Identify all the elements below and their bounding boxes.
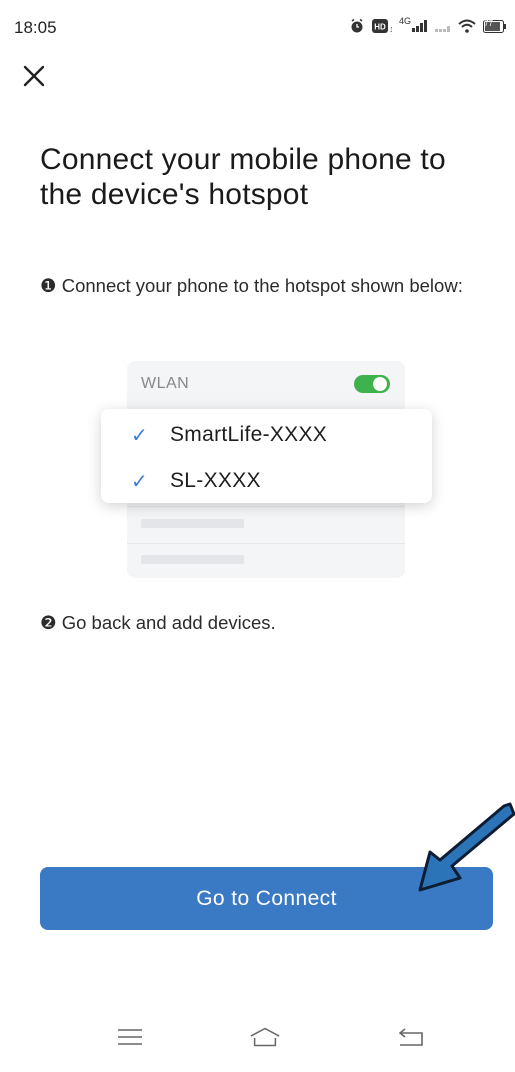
wlan-label: WLAN xyxy=(141,375,190,392)
svg-text:HD: HD xyxy=(374,23,386,32)
step-1-text: Connect your phone to the hotspot shown … xyxy=(61,275,463,296)
placeholder-line xyxy=(141,555,244,564)
network-list-popup: ✓ SmartLife-XXXX ✓ SL-XXXX xyxy=(101,409,432,503)
placeholder-line xyxy=(141,519,244,528)
nav-back-button[interactable] xyxy=(394,1022,428,1052)
status-icons: HD 1 4G 77 xyxy=(349,16,507,34)
illustration-divider xyxy=(127,543,405,544)
back-icon xyxy=(398,1028,423,1046)
wlan-toggle-icon xyxy=(354,375,390,393)
home-icon xyxy=(250,1027,280,1047)
status-time: 18:05 xyxy=(14,18,57,37)
cellular-signal-2-icon xyxy=(435,20,451,32)
network-name: SL-XXXX xyxy=(170,469,261,492)
menu-icon xyxy=(118,1029,142,1045)
nav-home-button[interactable] xyxy=(248,1022,282,1052)
cellular-signal-icon: 4G xyxy=(399,16,428,32)
step-2-number: ❷ xyxy=(40,612,57,633)
alarm-icon xyxy=(349,18,365,34)
annotation-arrow-icon xyxy=(418,802,515,892)
nav-menu-button[interactable] xyxy=(113,1022,147,1052)
wifi-icon xyxy=(458,19,476,33)
svg-text:1: 1 xyxy=(390,27,392,33)
battery-level: 77 xyxy=(484,19,493,28)
battery-icon: 77 xyxy=(483,19,507,33)
network-item: ✓ SL-XXXX xyxy=(101,459,432,503)
step-2-text: Go back and add devices. xyxy=(61,612,276,633)
checkmark-icon: ✓ xyxy=(131,470,148,493)
network-name: SmartLife-XXXX xyxy=(170,423,328,446)
step-2-instruction: ❷ Go back and add devices. xyxy=(40,612,276,634)
checkmark-icon: ✓ xyxy=(131,424,148,447)
status-bar: 18:05 HD 1 4G 77 xyxy=(0,0,515,56)
step-1-number: ❶ xyxy=(40,275,57,296)
page-title: Connect your mobile phone to the device'… xyxy=(40,143,446,211)
close-icon xyxy=(23,65,45,87)
illustration-divider xyxy=(127,506,405,507)
close-button[interactable] xyxy=(20,62,48,90)
hd-icon: HD 1 xyxy=(371,19,392,33)
network-item: ✓ SmartLife-XXXX xyxy=(101,413,432,457)
network-type-label: 4G xyxy=(398,16,411,26)
step-1-instruction: ❶ Connect your phone to the hotspot show… xyxy=(40,276,500,295)
system-nav-bar xyxy=(0,1006,515,1072)
